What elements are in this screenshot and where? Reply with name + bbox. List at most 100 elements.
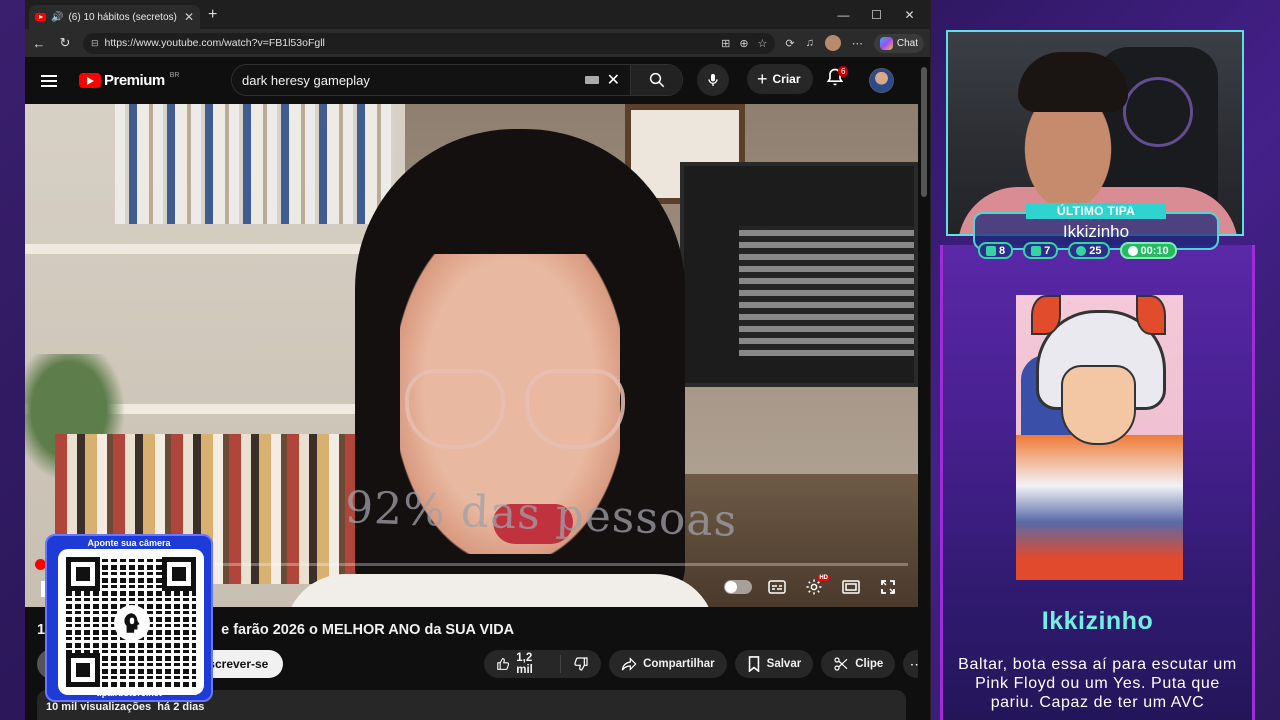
favorite-star-icon[interactable]: ☆ [758,37,768,50]
window-controls: — ☐ ✕ [827,0,926,29]
create-label: Criar [772,72,801,86]
tipper-name: Ikkizinho [1041,607,1154,635]
twitch-stat: 8 [978,242,1014,259]
back-icon[interactable]: ← [31,36,47,51]
video-player[interactable]: 92% das pessoas HD [25,104,918,607]
theater-mode-icon [842,580,860,594]
like-count: 1,2 mil [516,652,533,676]
browser-tab[interactable]: 🔊 (6) 10 hábitos (secretos) que ✕ [29,5,200,29]
view-count: 10 mil visualizações [46,701,152,713]
share-button[interactable]: Compartilhar [609,650,727,678]
share-label: Compartilhar [643,658,715,670]
app-icon[interactable]: ⊞ [721,37,730,50]
fullscreen-icon [881,580,895,594]
copilot-icon [879,36,893,50]
youtube-favicon-icon [35,13,46,21]
more-menu-icon[interactable]: ⋯ [852,37,863,50]
scrollbar-thumb[interactable] [921,67,927,197]
last-tip-label: ÚLTIMO TIPA [1026,203,1166,219]
views-line: 10 mil visualizações há 2 dias [46,701,204,713]
search-bar: dark heresy gameplay ✕ [231,64,683,96]
autoplay-toggle[interactable] [724,580,752,594]
clear-search-icon[interactable]: ✕ [607,70,620,90]
voice-search-button[interactable] [697,64,729,96]
fullscreen-button[interactable] [876,575,900,599]
character-horn [1136,295,1166,335]
glasses [525,369,625,449]
subtitles-icon [768,580,786,594]
twitch-count: 8 [999,244,1006,257]
presenter-shirt [285,574,715,607]
qr-code [58,549,204,695]
character-face [1061,365,1136,445]
search-button[interactable] [630,65,682,95]
anime-character-image [1016,295,1183,580]
like-button[interactable]: 1,2 mil [484,650,560,678]
minimize-icon[interactable]: — [827,0,860,29]
site-info-icon[interactable]: ⊟ [91,38,99,49]
dislike-button[interactable] [561,650,601,678]
menu-icon[interactable] [41,74,57,87]
address-bar-row: ← ↻ ⊟ https://www.youtube.com/watch?v=FB… [25,29,930,57]
twitch-icon [986,245,996,256]
settings-button[interactable]: HD [802,575,829,599]
tab-title: (6) 10 hábitos (secretos) que [68,11,178,23]
maximize-icon[interactable]: ☐ [860,0,893,29]
url-text: https://www.youtube.com/watch?v=FB1l53oF… [104,37,325,49]
logo-text: Premium [104,72,165,89]
tip-message: Baltar, bota essa aí para escutar um Pin… [958,656,1237,711]
extension-icon[interactable]: ⟳ [785,37,794,50]
streamer-hair [1018,52,1128,112]
youtube-play-icon [79,73,101,88]
save-button[interactable]: Salvar [734,650,814,678]
youtube-stat: 7 [1023,242,1059,259]
youtube-header: Premium BR dark heresy gameplay ✕ + Cria… [25,57,930,104]
zoom-icon[interactable]: ⊕ [739,37,748,50]
kick-stat: 25 [1068,242,1110,259]
head-microphone-icon [124,613,140,633]
chat-label: Chat [896,37,918,49]
account-avatar[interactable] [869,68,894,93]
media-icon[interactable]: ♫ [806,37,814,49]
player-controls: HD [724,575,900,599]
hd-badge: HD [818,575,829,581]
clip-button[interactable]: Clipe [821,650,896,678]
copilot-chat-button[interactable]: Chat [873,33,924,53]
keyboard-icon[interactable] [584,76,599,84]
microphone-icon [708,74,718,86]
kick-icon [1076,245,1087,256]
plus-icon: + [757,68,768,89]
qr-caption-bottom: tipa.rbstore.net [96,688,162,698]
qr-finder [162,557,196,591]
create-button[interactable]: + Criar [747,64,813,94]
profile-avatar[interactable] [824,35,841,51]
youtube-logo[interactable]: Premium BR [79,72,179,89]
notification-badge: 6 [838,66,849,77]
new-tab-icon[interactable]: + [208,6,217,24]
refresh-icon[interactable]: ↻ [57,35,73,51]
timer-value: 00:10 [1140,244,1169,257]
share-icon [621,657,637,671]
close-tab-icon[interactable]: ✕ [184,10,194,24]
close-window-icon[interactable]: ✕ [893,0,926,29]
whatsapp-timer: 00:10 [1119,242,1177,259]
address-bar[interactable]: ⊟ https://www.youtube.com/watch?v=FB1l53… [83,32,776,54]
like-dislike-group: 1,2 mil [484,650,602,678]
extension-icons: ⟳ ♫ ⋯ Chat [785,33,924,53]
monitor [680,162,918,387]
theater-mode-button[interactable] [839,575,863,599]
save-label: Salvar [766,658,802,670]
glasses [405,369,505,449]
logo-country: BR [169,72,180,79]
search-input[interactable]: dark heresy gameplay ✕ [232,65,630,95]
qr-finder [66,653,100,687]
bookmark-icon [748,656,759,672]
stream-stats: 8 7 25 00:10 [978,242,1177,259]
qr-pattern [66,557,196,687]
tab-bar: 🔊 (6) 10 hábitos (secretos) que ✕ + — ☐ … [25,0,930,29]
kick-count: 25 [1089,244,1102,257]
page-scrollbar[interactable] [918,57,930,720]
search-icon [649,72,664,88]
subtitles-button[interactable] [765,575,789,599]
speaker-icon[interactable]: 🔊 [51,12,63,23]
